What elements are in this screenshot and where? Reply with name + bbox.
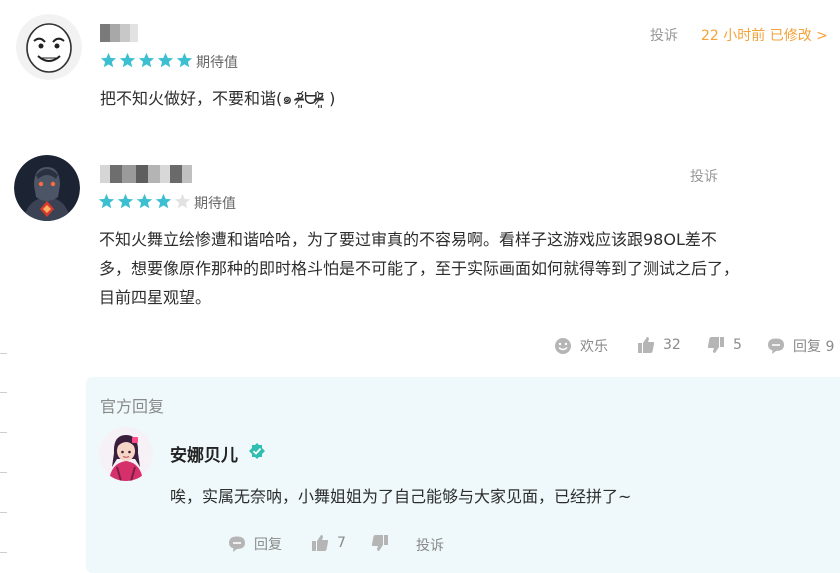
time-edited-link[interactable]: 22 小时前 已修改 > <box>701 25 828 45</box>
official-reply-text: 唉，实属无奈呐，小舞姐姐为了自己能够与大家见面，已经拼了~ <box>170 487 632 506</box>
edge-divider <box>0 353 7 354</box>
star-icon <box>136 193 153 209</box>
comment-line: 目前四星观望。 <box>99 288 212 307</box>
official-like-button[interactable]: 7 <box>311 534 346 552</box>
reply-label: 回复 9 <box>793 339 835 355</box>
dislike-button[interactable]: 5 <box>707 336 742 354</box>
edge-divider <box>0 552 7 553</box>
dislike-count: 5 <box>733 337 742 353</box>
comment-text: 不知火舞立绘惨遭和谐哈哈，为了要过审真的不容易啊。看样子这游戏应该跟98OL差不… <box>99 225 834 312</box>
star-icon <box>157 52 174 68</box>
username-blurred[interactable] <box>100 165 192 183</box>
official-like-count: 7 <box>337 535 346 551</box>
user-avatar[interactable] <box>16 14 82 80</box>
star-icon <box>119 52 136 68</box>
star-icon <box>98 193 115 209</box>
verified-badge-icon <box>249 443 265 459</box>
report-link[interactable]: 投诉 <box>690 166 718 186</box>
star-icon <box>100 52 117 68</box>
edge-divider <box>0 472 7 473</box>
official-reply-box <box>86 377 840 573</box>
username-blurred[interactable] <box>100 24 138 42</box>
comment-line: 不知火舞立绘惨遭和谐哈哈，为了要过审真的不容易啊。看样子这游戏应该跟98OL差不 <box>99 230 717 249</box>
thumbs-down-icon <box>707 337 724 353</box>
official-avatar[interactable] <box>99 427 153 481</box>
official-name[interactable]: 安娜贝儿 <box>170 441 238 466</box>
user-avatar[interactable] <box>14 155 80 221</box>
like-button[interactable]: 32 <box>637 336 681 354</box>
thumbs-up-icon <box>312 535 329 551</box>
like-count: 32 <box>663 337 681 353</box>
fun-label: 欢乐 <box>580 339 608 355</box>
edge-divider <box>0 512 7 513</box>
thumbs-down-icon <box>371 535 388 551</box>
thumbs-up-icon <box>638 337 655 353</box>
edge-divider <box>0 432 7 433</box>
fun-button[interactable]: 欢乐 <box>554 336 608 356</box>
rating-stars <box>100 52 193 69</box>
official-report-link[interactable]: 投诉 <box>416 535 444 555</box>
comment-text: 把不知火做好，不要和谐(๑ ᵒ̴̶̷͈᷄ᗨᵒ̴̶̷͈᷅ ) <box>100 89 336 108</box>
star-icon <box>117 193 134 209</box>
official-reply-button[interactable]: 回复 <box>228 534 282 554</box>
star-icon <box>138 52 155 68</box>
reply-button[interactable]: 回复 9 <box>767 336 834 356</box>
report-link[interactable]: 投诉 <box>650 25 678 45</box>
edge-divider <box>0 392 7 393</box>
rating-tag: 期待值 <box>194 196 236 212</box>
comment-line: 多，想要像原作那种的即时格斗怕是不可能了，至于实际画面如何就得等到了测试之后了， <box>99 259 740 278</box>
star-icon <box>176 52 193 68</box>
comment-icon <box>768 338 784 354</box>
star-icon <box>155 193 172 209</box>
rating-stars <box>98 193 191 210</box>
official-dislike-button[interactable] <box>371 534 389 552</box>
star-empty-icon <box>174 193 191 209</box>
rating-tag: 期待值 <box>196 55 238 71</box>
official-reply-label: 回复 <box>254 537 282 553</box>
official-reply-header: 官方回复 <box>100 397 165 416</box>
smile-icon <box>555 338 571 354</box>
comment-icon <box>229 536 245 552</box>
